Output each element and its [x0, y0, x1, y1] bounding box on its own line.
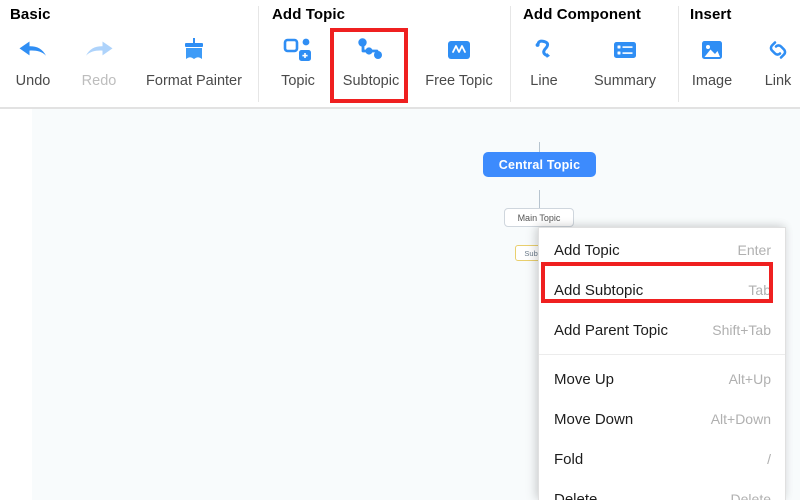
context-menu-item-move-down[interactable]: Move Down Alt+Down — [539, 399, 785, 439]
ribbon-group-add-topic: Add Topic Topic Subtopic Free Topic — [259, 0, 510, 108]
free-topic-button[interactable]: Free Topic — [411, 30, 507, 102]
context-menu-shortcut-fold: / — [767, 451, 771, 467]
relationship-line-icon — [524, 32, 564, 68]
format-painter-label: Format Painter — [146, 73, 242, 89]
ribbon-group-add-component: Add Component Line Summary — [511, 0, 678, 108]
canvas-left-gutter — [0, 109, 32, 500]
context-menu-shortcut-add-parent-topic: Shift+Tab — [712, 322, 771, 338]
summary-list-icon — [605, 32, 645, 68]
undo-button[interactable]: Undo — [0, 30, 66, 102]
topic-label: Topic — [281, 73, 315, 89]
free-topic-label: Free Topic — [425, 73, 493, 89]
undo-label: Undo — [15, 73, 51, 89]
image-button[interactable]: Image — [679, 30, 745, 102]
paint-brush-icon — [174, 32, 214, 68]
redo-button[interactable]: Redo — [66, 30, 132, 102]
context-menu-label-add-parent-topic: Add Parent Topic — [554, 321, 668, 339]
context-menu-label-delete: Delete — [554, 490, 598, 500]
ribbon-group-insert: Insert Image Link — [679, 0, 800, 108]
hyperlink-chain-icon — [758, 32, 798, 68]
context-menu-shortcut-move-down: Alt+Down — [710, 411, 771, 427]
context-menu-item-fold[interactable]: Fold / — [539, 439, 785, 479]
node-central-topic[interactable]: Central Topic — [483, 152, 596, 177]
format-painter-button[interactable]: Format Painter — [132, 30, 256, 102]
context-menu-item-add-topic[interactable]: Add Topic Enter — [539, 230, 785, 270]
group-title-add-component: Add Component — [523, 6, 641, 23]
line-button[interactable]: Line — [513, 30, 575, 102]
image-label: Image — [691, 73, 733, 89]
summary-label: Summary — [593, 73, 657, 89]
ribbon-group-basic: Basic Undo Redo Format Painter — [0, 0, 258, 108]
group-title-insert: Insert — [690, 6, 732, 23]
context-menu-shortcut-move-up: Alt+Up — [728, 371, 771, 387]
subtopic-button[interactable]: Subtopic — [331, 30, 411, 102]
summary-button[interactable]: Summary — [575, 30, 675, 102]
redo-arrow-icon — [79, 32, 119, 68]
context-menu-item-add-parent-topic[interactable]: Add Parent Topic Shift+Tab — [539, 310, 785, 350]
add-subtopic-icon — [351, 32, 391, 68]
context-menu-item-add-subtopic[interactable]: Add Subtopic Tab — [539, 270, 785, 310]
ribbon-toolbar: Basic Undo Redo Format Painter Add Topic… — [0, 0, 800, 109]
group-title-basic: Basic — [10, 6, 51, 23]
context-menu-shortcut-delete: Delete — [730, 491, 771, 500]
line-label: Line — [530, 73, 558, 89]
context-menu-item-move-up[interactable]: Move Up Alt+Up — [539, 359, 785, 399]
context-menu-divider — [539, 354, 785, 355]
context-menu-item-delete[interactable]: Delete Delete — [539, 479, 785, 500]
add-topic-icon — [278, 32, 318, 68]
redo-label: Redo — [81, 73, 117, 89]
context-menu-label-add-topic: Add Topic — [554, 241, 620, 259]
group-title-add-topic: Add Topic — [272, 6, 346, 23]
node-central-topic-label: Central Topic — [498, 157, 581, 172]
node-main-topic-label: Main Topic — [517, 212, 561, 223]
context-menu-label-fold: Fold — [554, 450, 584, 468]
subtopic-label: Subtopic — [342, 73, 400, 89]
context-menu-shortcut-add-topic: Enter — [737, 242, 771, 258]
link-button[interactable]: Link — [745, 30, 800, 102]
free-topic-icon — [439, 32, 479, 68]
mindmap-application-window: Basic Undo Redo Format Painter Add Topic… — [0, 0, 800, 500]
topic-button[interactable]: Topic — [265, 30, 331, 102]
image-picture-icon — [692, 32, 732, 68]
context-menu-label-move-up: Move Up — [554, 370, 615, 388]
undo-arrow-icon — [13, 32, 53, 68]
context-menu-label-add-subtopic: Add Subtopic — [554, 281, 644, 299]
link-label: Link — [764, 73, 792, 89]
context-menu-shortcut-add-subtopic: Tab — [748, 282, 771, 298]
node-main-topic[interactable]: Main Topic — [504, 208, 574, 227]
node-context-menu: Add Topic Enter Add Subtopic Tab Add Par… — [538, 227, 786, 500]
context-menu-label-move-down: Move Down — [554, 410, 634, 428]
